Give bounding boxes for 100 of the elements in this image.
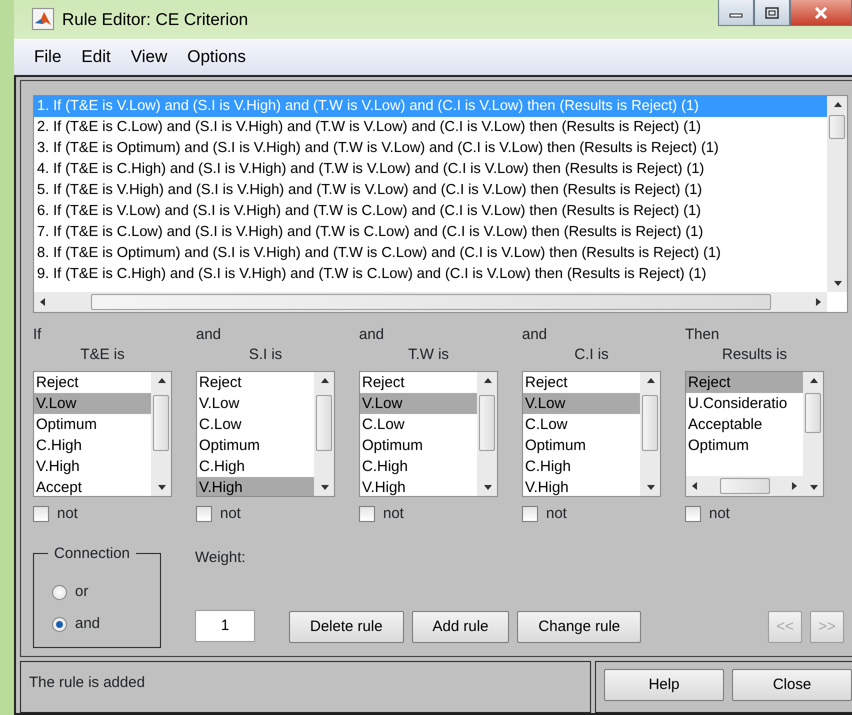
radio-button[interactable] <box>52 616 67 632</box>
list-option[interactable]: V.High <box>34 456 151 476</box>
radio-button[interactable] <box>52 584 67 600</box>
list-option[interactable]: Reject <box>360 372 477 392</box>
not-checkbox[interactable] <box>196 506 212 522</box>
rule-item[interactable]: 7. If (T&E is C.Low) and (S.I is V.High) and (T.W is C.Low) and (C.I is V.Low) then (Results is Reject) (1) <box>34 222 827 242</box>
close-button[interactable] <box>790 0 852 26</box>
list-option[interactable]: V.Low <box>523 392 640 414</box>
vertical-scrollbar[interactable] <box>827 96 847 292</box>
scroll-down-arrow-icon[interactable] <box>482 482 492 492</box>
vertical-scrollbar[interactable] <box>477 372 497 496</box>
rule-item[interactable]: 4. If (T&E is C.High) and (S.I is V.High) and (T.W is V.Low) and (C.I is V.Low) then (Results is Reject) (1) <box>34 158 827 180</box>
list-option[interactable]: C.High <box>34 434 151 456</box>
rule-item[interactable]: 6. If (T&E is V.Low) and (S.I is V.High) and (T.W is C.Low) and (C.I is V.Low) then (Results is Reject) (1) <box>34 200 827 222</box>
list-option[interactable]: Optimum <box>523 434 640 456</box>
scroll-up-arrow-icon[interactable] <box>646 376 654 384</box>
list-option[interactable]: Reject <box>197 372 314 392</box>
horizontal-scrollbar[interactable] <box>686 476 803 496</box>
variable-label: T&E is <box>79 344 126 364</box>
minimize-button[interactable] <box>718 0 754 26</box>
scroll-thumb[interactable] <box>805 392 821 432</box>
list-option[interactable]: Optimum <box>360 434 477 456</box>
checkbox-label: not <box>546 504 567 524</box>
list-option[interactable]: V.Low <box>360 392 477 414</box>
rule-list[interactable] <box>33 94 848 312</box>
scroll-up-arrow-icon[interactable] <box>482 376 492 384</box>
menu-item[interactable]: Edit <box>73 42 119 72</box>
scroll-thumb[interactable] <box>90 294 770 310</box>
list-option[interactable]: Optimum <box>197 434 314 456</box>
vertical-scrollbar[interactable] <box>314 372 334 496</box>
list-option[interactable]: V.High <box>523 476 640 496</box>
scroll-right-arrow-icon[interactable] <box>790 481 799 490</box>
menu-item[interactable]: View <box>122 42 176 72</box>
not-checkbox[interactable] <box>522 506 538 522</box>
rule-item[interactable]: 3. If (T&E is Optimum) and (S.I is V.High) and (T.W is V.Low) and (C.I is V.Low) then (Results is Reject) (1) <box>34 138 827 158</box>
scroll-down-arrow-icon[interactable] <box>832 278 842 288</box>
list-option[interactable]: Optimum <box>686 434 803 456</box>
not-checkbox[interactable] <box>33 506 49 522</box>
list-option[interactable]: Reject <box>523 372 640 392</box>
not-checkbox[interactable] <box>359 506 375 522</box>
rule-button[interactable]: Add rule <box>412 611 510 643</box>
scroll-right-arrow-icon[interactable] <box>814 297 823 306</box>
list-option[interactable]: C.High <box>360 456 477 476</box>
scroll-down-arrow-icon[interactable] <box>646 482 654 492</box>
menu-item[interactable]: File <box>26 42 70 72</box>
scroll-left-arrow-icon[interactable] <box>690 481 699 490</box>
option-list[interactable]: Reject V.Low C.Low Optimum C.High V.High <box>196 370 335 496</box>
weight-field[interactable]: 1 <box>195 610 255 642</box>
rule-button[interactable]: Change rule <box>517 611 642 643</box>
list-option[interactable]: Acceptable <box>686 414 803 434</box>
list-option[interactable]: C.Low <box>360 414 477 434</box>
maximize-icon <box>765 6 779 18</box>
vertical-scrollbar[interactable] <box>640 372 660 496</box>
scroll-down-arrow-icon[interactable] <box>156 482 166 492</box>
status-message: The rule is added <box>20 661 591 713</box>
footer-button[interactable]: Help <box>604 669 724 701</box>
footer-button[interactable]: Close <box>732 669 852 701</box>
option-list[interactable]: Reject V.Low C.Low Optimum C.High V.High <box>522 370 661 496</box>
list-option[interactable]: Reject <box>34 372 151 392</box>
list-option[interactable]: C.High <box>523 456 640 476</box>
scroll-left-arrow-icon[interactable] <box>38 297 47 306</box>
list-option[interactable]: C.Low <box>523 414 640 434</box>
option-list[interactable]: Reject V.Low Optimum C.High V.High Accept <box>33 370 172 496</box>
list-option[interactable]: V.High <box>360 476 477 496</box>
list-option[interactable]: Accept <box>34 476 151 496</box>
vertical-scrollbar[interactable] <box>151 372 171 496</box>
checkbox-label: not <box>220 504 241 524</box>
menu-item[interactable]: Options <box>179 42 254 72</box>
rule-item[interactable]: 5. If (T&E is V.High) and (S.I is V.High) and (T.W is V.Low) and (C.I is V.Low) then (Results is Reject) (1) <box>34 180 827 200</box>
list-option[interactable]: V.Low <box>197 392 314 414</box>
option-list[interactable]: Reject V.Low C.Low Optimum C.High V.High <box>359 370 498 496</box>
maximize-button[interactable] <box>754 0 790 26</box>
list-option[interactable]: V.Low <box>34 392 151 414</box>
rule-item[interactable]: 9. If (T&E is C.High) and (S.I is V.High) and (T.W is C.Low) and (C.I is V.Low) then (Results is Reject) (1) <box>34 264 827 284</box>
list-option[interactable]: U.Consideratio <box>686 392 803 414</box>
list-option[interactable]: Optimum <box>34 414 151 434</box>
scroll-up-arrow-icon[interactable] <box>320 376 328 384</box>
horizontal-scrollbar[interactable] <box>34 292 827 312</box>
scroll-thumb[interactable] <box>153 394 169 450</box>
scroll-thumb[interactable] <box>642 394 658 450</box>
rule-button[interactable]: Delete rule <box>289 611 404 643</box>
scroll-thumb[interactable] <box>316 394 332 450</box>
scroll-thumb[interactable] <box>720 478 770 494</box>
scroll-down-arrow-icon[interactable] <box>320 482 328 492</box>
scroll-up-arrow-icon[interactable] <box>808 376 818 384</box>
list-option[interactable]: Reject <box>686 372 803 392</box>
list-option[interactable]: C.High <box>197 456 314 476</box>
scroll-up-arrow-icon[interactable] <box>832 100 842 108</box>
list-option[interactable]: C.Low <box>197 414 314 434</box>
vertical-scrollbar[interactable] <box>803 372 823 496</box>
option-list[interactable]: Reject U.Consideratio Acceptable Optimum <box>685 370 824 496</box>
not-checkbox[interactable] <box>685 506 701 522</box>
close-icon <box>814 6 828 18</box>
rule-item[interactable]: 8. If (T&E is Optimum) and (S.I is V.High) and (T.W is C.Low) and (C.I is V.Low) then (Results is Reject) (1) <box>34 242 827 264</box>
rule-item[interactable]: 2. If (T&E is C.Low) and (S.I is V.High) and (T.W is V.Low) and (C.I is V.Low) then (Results is Reject) (1) <box>34 116 827 138</box>
scroll-thumb[interactable] <box>479 394 495 450</box>
scroll-thumb[interactable] <box>829 114 845 138</box>
scroll-up-arrow-icon[interactable] <box>156 376 166 384</box>
scroll-down-arrow-icon[interactable] <box>808 482 818 492</box>
list-option[interactable]: V.High <box>197 476 314 496</box>
